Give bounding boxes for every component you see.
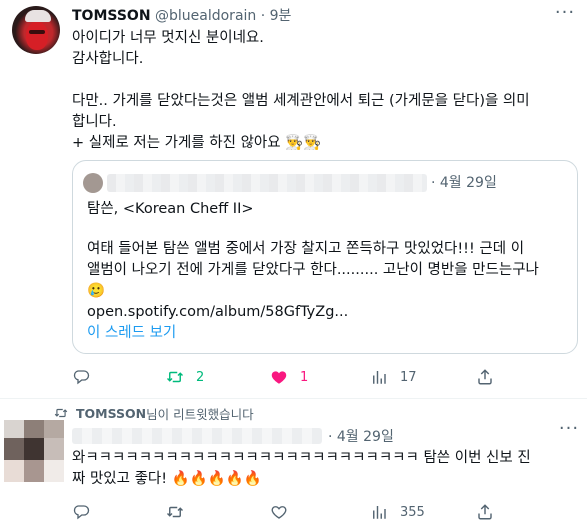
tweet-reply[interactable]: TOMSSON @bluealdorain · 9분 ··· 아이디가 너무 멋… — [0, 0, 587, 398]
like-count: 1 — [300, 369, 309, 385]
quoted-blank-line — [87, 220, 571, 239]
avatar[interactable] — [12, 6, 60, 54]
like-button[interactable]: 1 — [270, 361, 308, 393]
quoted-author-blurred — [107, 174, 427, 192]
timestamp[interactable]: · 4월 29일 — [328, 426, 394, 446]
avatar-pixelated[interactable] — [4, 420, 64, 482]
reply-button[interactable] — [72, 496, 90, 528]
retweet-notice[interactable]: TOMSSON 님이 리트윗했습니다 — [54, 404, 254, 422]
avatar-pixel — [24, 420, 44, 438]
retweet-icon — [54, 408, 68, 418]
retweet-notice-text: 님이 리트윗했습니다 — [146, 406, 254, 422]
retweet-count: 2 — [196, 369, 205, 385]
views-button[interactable]: 17 — [370, 361, 417, 393]
retweet-button[interactable]: 2 — [166, 361, 204, 393]
separator-dot: · — [260, 8, 266, 24]
show-thread-link[interactable]: 이 스레드 보기 — [87, 321, 176, 342]
avatar-pixel — [44, 420, 64, 438]
tweet-header: · 4월 29일 — [72, 426, 572, 446]
action-bar: 355 — [72, 496, 512, 528]
quoted-link[interactable]: open.spotify.com/album/58GfTyZg... — [87, 302, 571, 323]
avatar-face — [26, 22, 48, 50]
quoted-timestamp[interactable]: · 4월 29일 — [431, 172, 497, 192]
tweet-line: 짜 맛있고 좋다! 🔥🔥🔥🔥🔥 — [72, 471, 262, 487]
timestamp[interactable]: 9분 — [270, 8, 292, 24]
heart-icon — [271, 506, 287, 519]
quoted-line: 탐쓴, <Korean Cheff II> — [87, 201, 254, 217]
share-icon — [478, 369, 492, 385]
tweet-line: + 실제로 저는 가게를 하진 않아요 👨‍🍳👨‍🍳 — [72, 135, 322, 151]
more-icon[interactable]: ··· — [557, 420, 581, 444]
tweet-divider — [0, 398, 587, 399]
avatar-pixel — [4, 460, 24, 482]
share-icon — [478, 504, 492, 520]
avatar-eyes — [29, 30, 45, 34]
tweet-line: 감사합니다. — [72, 51, 144, 67]
tweet-line: 합니다. — [72, 114, 117, 130]
retweet-icon — [166, 371, 184, 383]
views-count: 17 — [400, 369, 417, 385]
quoted-line: 앨범이 나오기 전에 가게를 닫았다구 한다......... 고난이 명반을 … — [87, 262, 539, 278]
share-button[interactable] — [476, 496, 494, 528]
retweet-button[interactable] — [166, 496, 184, 528]
action-bar: 2 1 17 — [72, 361, 512, 393]
tweet-line: 와ㅋㅋㅋㅋㅋㅋㅋㅋㅋㅋㅋㅋㅋㅋㅋㅋㅋㅋㅋㅋㅋㅋㅋㅋㅋ 탐쓴 이번 신보 진 — [72, 450, 531, 466]
heart-icon — [271, 371, 287, 384]
views-button[interactable]: 355 — [370, 496, 425, 528]
avatar-pixel — [44, 438, 64, 460]
author-blurred — [72, 428, 322, 444]
quoted-line: 🥲 — [87, 283, 106, 299]
avatar-pixel — [44, 460, 64, 482]
reply-button[interactable] — [72, 361, 90, 393]
tweet-header: TOMSSON @bluealdorain · 9분 — [72, 6, 291, 26]
tweet-line: 다만.. 가게를 닫았다는것은 앨범 세계관안에서 퇴근 (가게문을 닫다)을 … — [72, 93, 530, 109]
quoted-avatar[interactable] — [83, 173, 103, 193]
avatar-pixel — [4, 438, 24, 460]
retweet-icon — [166, 506, 184, 518]
views-icon — [373, 371, 386, 384]
more-icon[interactable]: ··· — [553, 4, 577, 28]
views-count: 355 — [400, 504, 425, 520]
avatar-pixel — [24, 438, 44, 460]
quoted-line: 여태 들어본 탐쓴 앨범 중에서 가장 찰지고 쫀득하구 맛있었다!!! 근데 … — [87, 241, 525, 257]
tweet-text: 와ㅋㅋㅋㅋㅋㅋㅋㅋㅋㅋㅋㅋㅋㅋㅋㅋㅋㅋㅋㅋㅋㅋㅋㅋㅋ 탐쓴 이번 신보 진 짜 … — [72, 448, 572, 490]
quoted-tweet[interactable]: · 4월 29일 탐쓴, <Korean Cheff II> 여태 들어본 탐쓴… — [72, 160, 578, 354]
reply-icon — [73, 505, 90, 520]
views-icon — [373, 506, 386, 519]
tweet-text: 아이디가 너무 멋지신 분이네요. 감사합니다. 다만.. 가게를 닫았다는것은… — [72, 28, 572, 154]
like-button[interactable] — [270, 496, 288, 528]
avatar-cap — [25, 10, 51, 22]
share-button[interactable] — [476, 361, 494, 393]
reply-icon — [73, 370, 90, 385]
user-handle[interactable]: @bluealdorain — [155, 8, 256, 24]
quoted-text: 탐쓴, <Korean Cheff II> 여태 들어본 탐쓴 앨범 중에서 가… — [87, 199, 571, 323]
display-name[interactable]: TOMSSON — [72, 8, 151, 24]
tweet-line: 아이디가 너무 멋지신 분이네요. — [72, 30, 264, 46]
avatar-pixel — [24, 460, 44, 482]
avatar-pixel — [4, 420, 24, 438]
retweeter-name[interactable]: TOMSSON — [76, 406, 146, 421]
